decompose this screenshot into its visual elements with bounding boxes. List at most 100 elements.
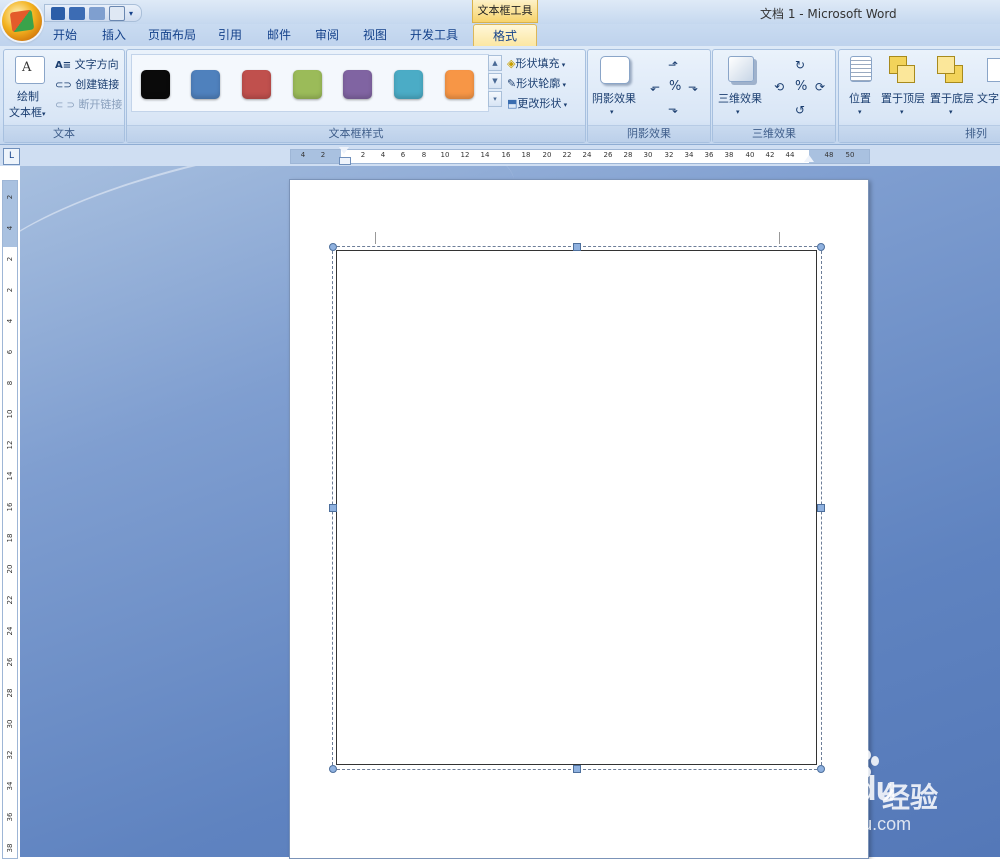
style-swatch-black[interactable]: [141, 70, 170, 99]
text-wrap-label[interactable]: 文字: [977, 90, 999, 106]
ruler-number: 6: [400, 151, 406, 159]
nudge-shadow-down-icon[interactable]: ⬎: [668, 102, 678, 116]
nudge-shadow-left-icon[interactable]: ⬐: [650, 80, 660, 94]
position-label[interactable]: 位置: [849, 90, 871, 106]
shape-outline-button[interactable]: ✎形状轮廓 ▾: [507, 75, 566, 91]
resize-handle-top-left[interactable]: [329, 243, 337, 251]
tab-mailings[interactable]: 邮件: [258, 24, 300, 46]
tilt-up-icon[interactable]: ↻: [795, 58, 805, 72]
create-link-button[interactable]: ⊂⊃ 创建链接: [55, 76, 119, 92]
resize-handle-top[interactable]: [573, 243, 581, 251]
ruler-number: 28: [623, 151, 633, 159]
ruler-number: 24: [6, 626, 14, 636]
gallery-scroll-down-icon[interactable]: ▼: [488, 73, 502, 89]
gallery-scroll-up-icon[interactable]: ▲: [488, 55, 502, 71]
ruler-number: 14: [480, 151, 490, 159]
bring-to-front-icon[interactable]: [889, 56, 915, 83]
ruler-number: 24: [582, 151, 592, 159]
dropdown-arrow-icon: ▾: [949, 108, 953, 116]
right-indent-icon[interactable]: [804, 155, 814, 162]
nudge-shadow-right-icon[interactable]: ⬎: [688, 80, 698, 94]
ruler-number: 4: [300, 151, 306, 159]
resize-handle-right[interactable]: [817, 504, 825, 512]
ruler-number: 2: [320, 151, 326, 159]
ribbon-tab-row: 开始 插入 页面布局 引用 邮件 审阅 视图 开发工具 格式: [0, 24, 1000, 47]
style-swatch-red[interactable]: [242, 70, 271, 99]
first-line-indent-icon[interactable]: [339, 147, 349, 154]
redo-icon[interactable]: [89, 6, 105, 20]
send-to-back-icon[interactable]: [937, 56, 963, 83]
draw-textbox-label-1[interactable]: 绘制: [17, 88, 39, 104]
shape-fill-button[interactable]: ◈形状填充 ▾: [507, 55, 565, 71]
send-to-back-label[interactable]: 置于底层: [930, 90, 974, 106]
tilt-right-icon[interactable]: ⟳: [815, 80, 825, 94]
text-direction-icon: A≡: [55, 60, 72, 71]
text-direction-button[interactable]: A≡ 文字方向: [55, 56, 119, 72]
quick-access-toolbar: ▾: [44, 4, 143, 22]
dropdown-arrow-icon: ▾: [610, 108, 614, 116]
ribbon: A 绘制 文本框▾ A≡ 文字方向 ⊂⊃ 创建链接 ⊂ ⊃ 断开链接 文本 ▲ …: [0, 46, 1000, 145]
textbox[interactable]: [336, 250, 817, 765]
shadow-toggle-icon[interactable]: %: [669, 79, 681, 94]
tab-selector-icon[interactable]: L: [3, 148, 20, 165]
ruler-number: 4: [380, 151, 386, 159]
ruler-number: 8: [421, 151, 427, 159]
undo-icon[interactable]: [69, 6, 85, 20]
print-preview-icon[interactable]: [109, 5, 125, 21]
draw-textbox-button[interactable]: 文本框▾: [9, 104, 46, 120]
break-link-button[interactable]: ⊂ ⊃ 断开链接: [55, 96, 122, 112]
baidu-jingyan-watermark: Bai du 经验 jingyan.baidu.com: [764, 748, 1000, 848]
ruler-number: 2: [360, 151, 366, 159]
textbox-styles-group: ▲ ▼ ▾ ◈形状填充 ▾ ✎形状轮廓 ▾ ⬒更改形状 ▾ ⌟ 文本框样式: [126, 49, 586, 143]
vertical-ruler[interactable]: 2 4 2 2 4 6 8 10 12 14 16 18 20 22 24 26 28 30 32 34 36 38: [2, 180, 18, 859]
ruler-number: 36: [6, 812, 14, 822]
tab-format[interactable]: 格式: [473, 24, 537, 47]
ruler-number: 22: [6, 595, 14, 605]
style-swatch-blue[interactable]: [191, 70, 220, 99]
tab-insert[interactable]: 插入: [94, 24, 134, 46]
resize-handle-top-right[interactable]: [817, 243, 825, 251]
tab-view[interactable]: 视图: [354, 24, 396, 46]
style-swatch-green[interactable]: [293, 70, 322, 99]
change-shape-icon: ⬒: [507, 97, 518, 110]
office-button[interactable]: [2, 1, 42, 41]
position-icon[interactable]: [850, 56, 872, 82]
title-bar: ▾ 文本框工具 文档 1 - Microsoft Word: [0, 0, 1000, 41]
tab-developer[interactable]: 开发工具: [404, 24, 464, 46]
text-direction-label: 文字方向: [74, 58, 119, 71]
customize-toolbar-icon[interactable]: ▾: [129, 9, 133, 18]
shadow-effects-icon[interactable]: [600, 56, 630, 84]
ruler-number: 28: [6, 688, 14, 698]
style-swatch-aqua[interactable]: [394, 70, 423, 99]
style-swatch-purple[interactable]: [343, 70, 372, 99]
gallery-more-icon[interactable]: ▾: [488, 91, 502, 107]
change-shape-label: 更改形状: [517, 97, 562, 110]
threed-effects-icon[interactable]: [728, 56, 754, 82]
shadow-effects-label[interactable]: 阴影效果: [592, 90, 636, 106]
horizontal-ruler[interactable]: 4 2 2 4 6 8 10 12 14 16 18 20 22 24 26 28 30 32 34 36 38 40 42…: [290, 147, 870, 165]
ruler-number: 2: [6, 287, 14, 293]
left-indent-icon[interactable]: [339, 157, 351, 165]
change-shape-button[interactable]: ⬒更改形状 ▾: [507, 95, 567, 111]
ruler-number: 10: [6, 409, 14, 419]
nudge-shadow-up-icon[interactable]: ⬏: [668, 58, 678, 72]
tab-references[interactable]: 引用: [210, 24, 250, 46]
tab-review[interactable]: 审阅: [306, 24, 348, 46]
arrange-group-label: 排列: [839, 125, 1000, 142]
tab-home[interactable]: 开始: [44, 24, 86, 46]
tab-page-layout[interactable]: 页面布局: [142, 24, 202, 46]
draw-textbox-icon[interactable]: A: [15, 56, 45, 84]
tilt-down-icon[interactable]: ↺: [795, 103, 805, 117]
threed-effects-label[interactable]: 三维效果: [718, 90, 762, 106]
ruler-number: 12: [460, 151, 470, 159]
pencil-icon: ✎: [507, 77, 517, 90]
resize-handle-bottom-left[interactable]: [329, 765, 337, 773]
style-swatch-orange[interactable]: [445, 70, 474, 99]
save-icon[interactable]: [51, 6, 65, 20]
tilt-left-icon[interactable]: ⟲: [774, 80, 784, 94]
threed-toggle-icon[interactable]: %: [795, 79, 807, 94]
text-wrap-icon[interactable]: [987, 58, 1000, 82]
resize-handle-left[interactable]: [329, 504, 337, 512]
resize-handle-bottom[interactable]: [573, 765, 581, 773]
bring-to-front-label[interactable]: 置于顶层: [881, 90, 925, 106]
